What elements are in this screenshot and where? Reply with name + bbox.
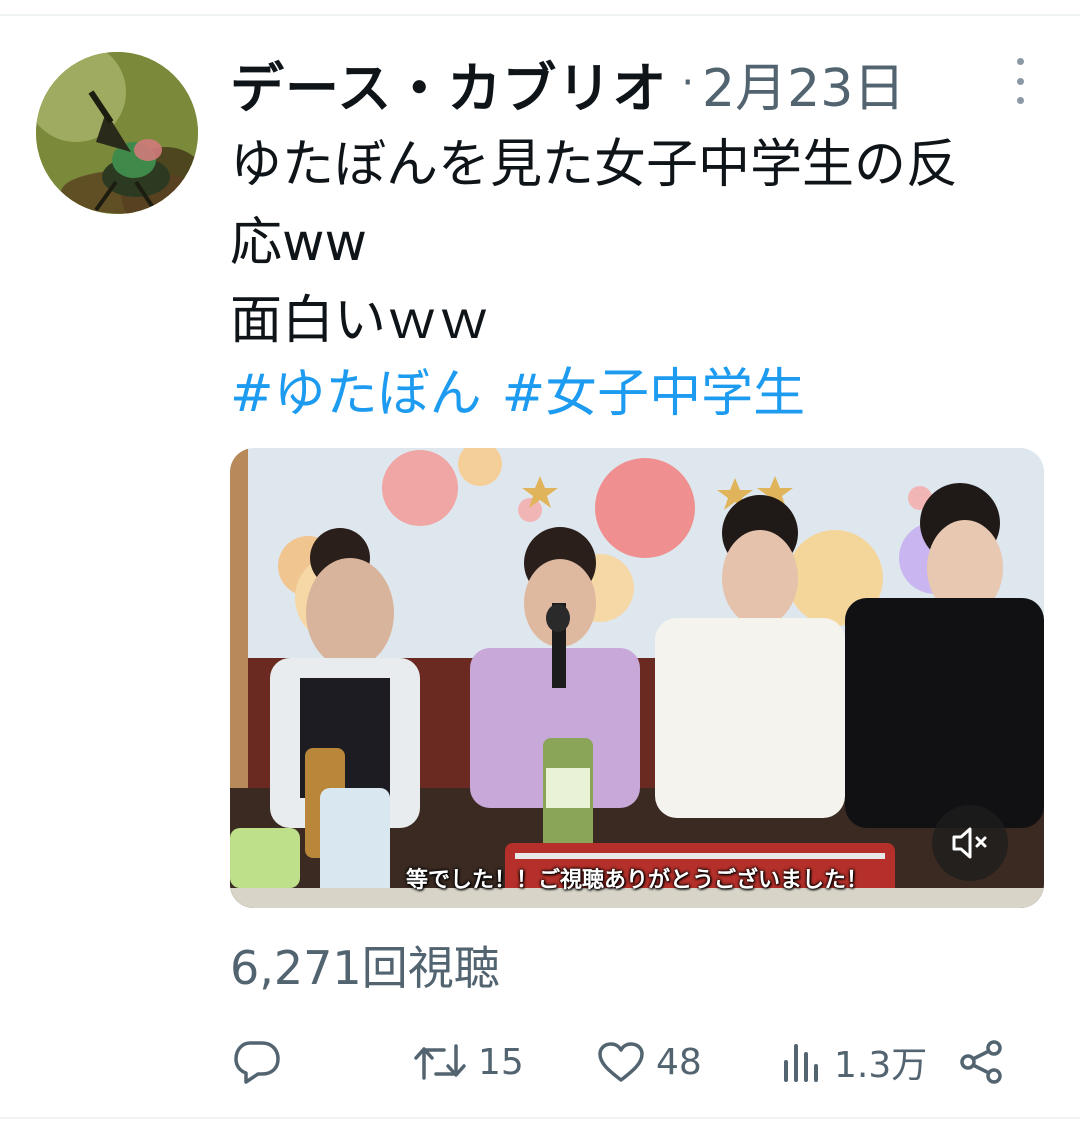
video-player[interactable]: 等でした！！ご視聴ありがとうございました！ bbox=[230, 448, 1044, 908]
share-icon bbox=[960, 1040, 1002, 1084]
separator-dot: · bbox=[681, 60, 695, 106]
share-button[interactable] bbox=[958, 1030, 1004, 1094]
reply-icon bbox=[234, 1041, 280, 1084]
muted-speaker-icon bbox=[952, 827, 987, 859]
avatar[interactable] bbox=[36, 52, 198, 214]
tweet-detail: デース・カブリオ · 2月23日 ゆたぼんを見た女子中学生の反 応ww 面白いｗ… bbox=[0, 0, 1080, 1127]
author-line: デース・カブリオ · 2月23日 bbox=[230, 46, 905, 121]
author-name[interactable]: デース・カブリオ bbox=[230, 44, 667, 123]
analytics-button[interactable]: 1.3万 bbox=[780, 1030, 927, 1094]
action-bar: 15 48 1.3万 bbox=[230, 1030, 1030, 1094]
hashtag-link[interactable]: #ゆたぼん bbox=[230, 364, 482, 424]
beetle-avatar-image bbox=[36, 52, 198, 214]
like-button[interactable]: 48 bbox=[596, 1030, 702, 1094]
hashtags: #ゆたぼん #女子中学生 bbox=[230, 355, 1060, 433]
post-date[interactable]: 2月23日 bbox=[702, 46, 905, 121]
analytics-count: 1.3万 bbox=[834, 1045, 928, 1086]
analytics-bar-icon bbox=[784, 1044, 818, 1082]
retweet-count: 15 bbox=[478, 1041, 524, 1083]
hashtag-link[interactable]: #女子中学生 bbox=[502, 364, 806, 424]
retweet-button[interactable]: 15 bbox=[412, 1030, 524, 1094]
like-count: 48 bbox=[656, 1041, 702, 1083]
view-count: 6,271回視聴 bbox=[230, 941, 500, 995]
reply-button[interactable] bbox=[232, 1030, 282, 1094]
video-thumbnail bbox=[230, 448, 1044, 908]
heart-icon bbox=[598, 1042, 644, 1082]
bottom-divider bbox=[0, 1117, 1080, 1119]
top-divider bbox=[0, 14, 1080, 16]
tweet-text: ゆたぼんを見た女子中学生の反 応ww 面白いｗｗ bbox=[230, 135, 959, 351]
mute-toggle-button[interactable] bbox=[932, 805, 1008, 881]
retweet-icon bbox=[414, 1044, 466, 1080]
video-subtitle: 等でした！！ご視聴ありがとうございました！ bbox=[405, 868, 868, 893]
more-options-icon[interactable] bbox=[1005, 58, 1035, 104]
